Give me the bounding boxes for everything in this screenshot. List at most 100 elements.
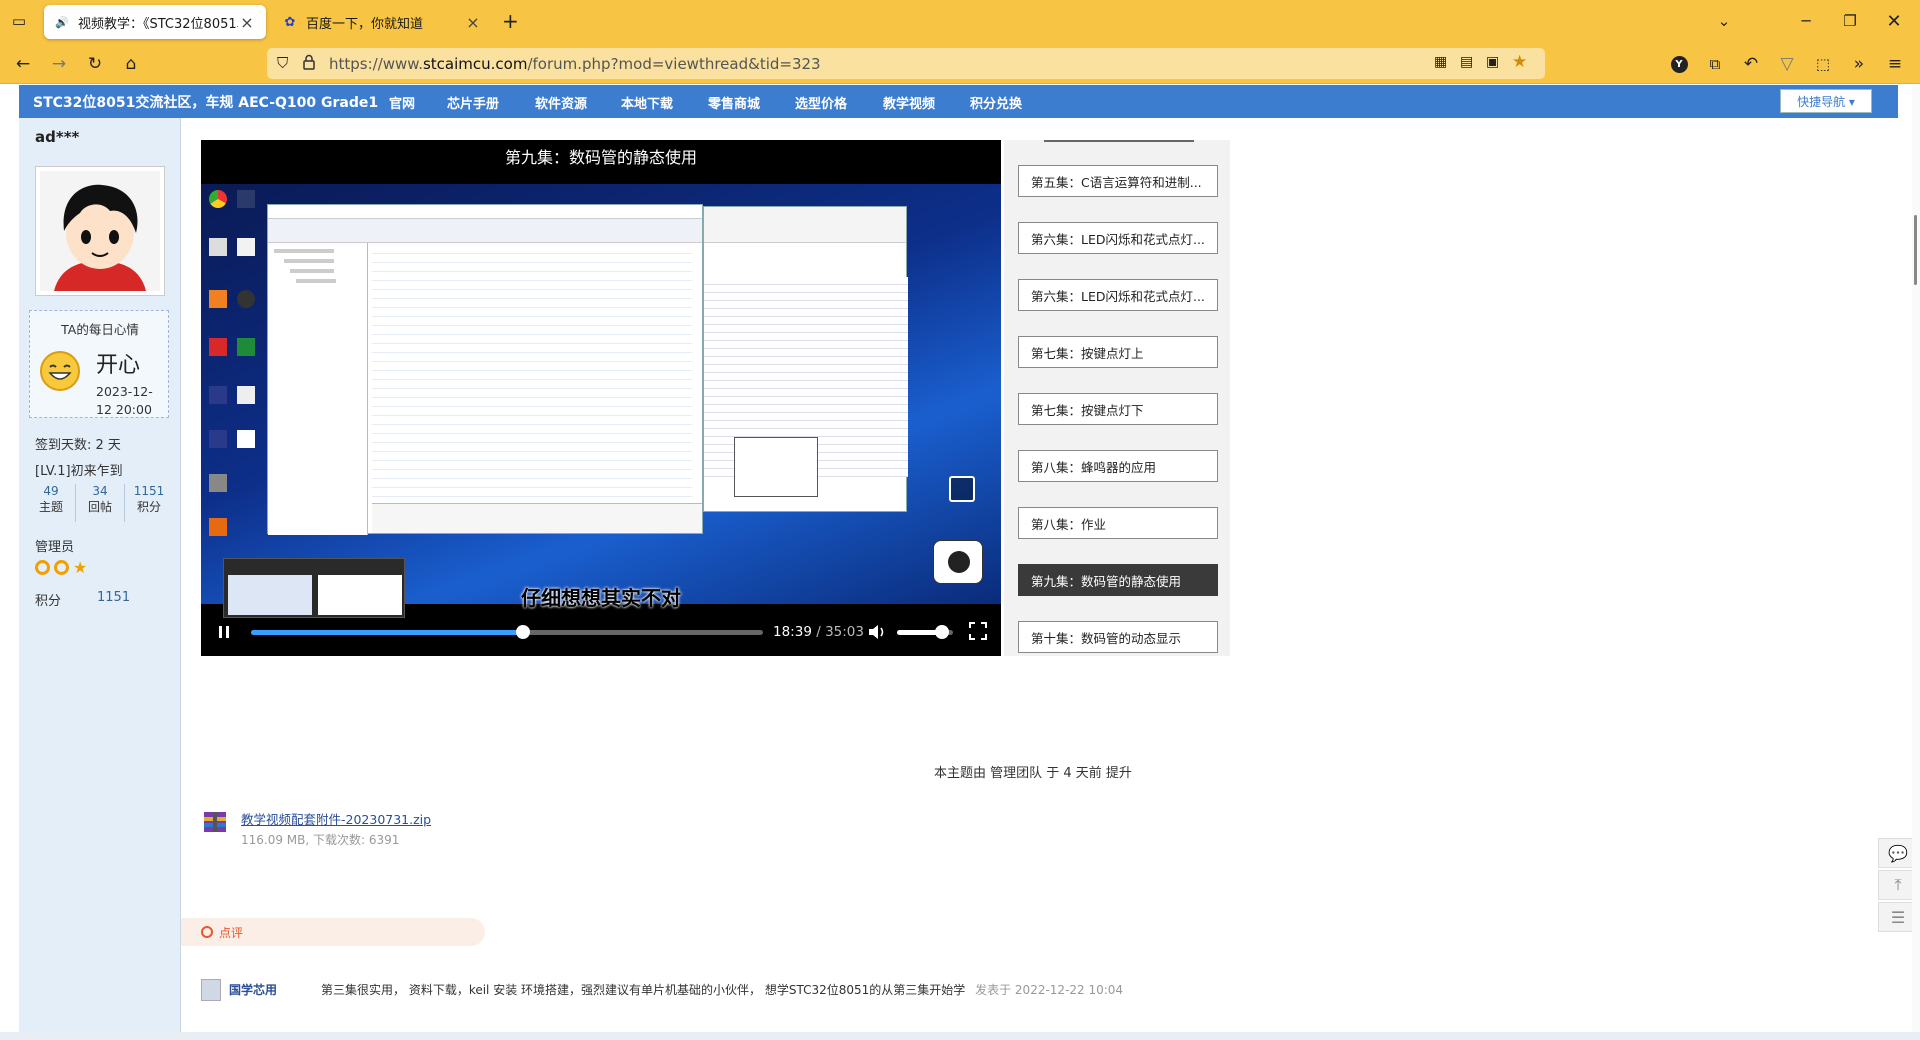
nav-link-pricing[interactable]: 选型价格	[795, 93, 847, 112]
shield-icon[interactable]: ⛉	[277, 54, 288, 72]
tab-overflow-chevron-icon[interactable]: ⌄	[1710, 8, 1738, 34]
playlist-item[interactable]: 第九集：数码管的静态使用	[1018, 564, 1218, 596]
username[interactable]: ad***	[35, 128, 79, 146]
yandex-extension-icon[interactable]: Y	[1666, 51, 1692, 77]
tab-title: 视频教学：《STC32位8051单片	[78, 16, 238, 32]
volume-handle[interactable]	[934, 625, 949, 639]
url-path: /forum.php?mod=viewthread&tid=323	[527, 55, 821, 73]
home-icon[interactable]: ⌂	[118, 51, 144, 77]
rank-stars: ★	[35, 560, 87, 576]
reload-icon[interactable]: ↻	[82, 51, 108, 77]
volume-icon[interactable]	[867, 623, 887, 641]
pause-icon[interactable]	[217, 624, 231, 640]
reader-view-icon[interactable]: ▤	[1460, 54, 1473, 70]
attachment-link[interactable]: 教学视频配套附件-20230731.zip	[241, 809, 431, 828]
current-time: 18:39	[773, 624, 812, 640]
nav-link-datasheet[interactable]: 芯片手册	[447, 93, 499, 112]
url-domain: stcaimcu.com	[422, 55, 528, 73]
video-subtitle: 仔细想想其实不对	[521, 586, 681, 610]
playlist-scroll-top-edge	[1044, 140, 1194, 142]
comment-username[interactable]: 国学芯用	[229, 981, 277, 998]
signin-days: 签到天数: 2 天	[35, 438, 121, 453]
baidu-paw-icon: ✿	[284, 14, 296, 30]
user-level[interactable]: [LV.1]初来乍到	[35, 460, 123, 479]
sun-rank-icon	[35, 560, 50, 575]
url-text[interactable]: https://www.stcaimcu.com/forum.php?mod=v…	[329, 55, 821, 73]
address-bar[interactable]: ⛉ https://www.stcaimcu.com/forum.php?mod…	[267, 48, 1545, 79]
new-tab-button[interactable]: +	[502, 9, 519, 33]
progress-handle[interactable]	[516, 625, 531, 639]
playlist-item[interactable]: 第八集：作业	[1018, 507, 1218, 539]
comment-avatar[interactable]	[201, 979, 221, 1001]
nav-link-store[interactable]: 零售商城	[708, 93, 760, 112]
crop-icon[interactable]: ⧉	[1702, 51, 1728, 77]
playlist-item[interactable]: 第六集：LED闪烁和花式点灯...	[1018, 279, 1218, 311]
nav-link-video[interactable]: 教学视频	[883, 93, 935, 112]
pip-button-icon[interactable]	[949, 476, 975, 502]
extensions-icon[interactable]: ⬚	[1810, 51, 1836, 77]
close-tab-icon[interactable]: ×	[238, 13, 256, 32]
stat-topics[interactable]: 49 主题	[27, 484, 76, 522]
video-player[interactable]: 第九集：数码管的静态使用 仔细想想其实不对 18:39 / 35:03	[201, 140, 1001, 656]
winrar-archive-icon	[201, 808, 229, 836]
stat-points[interactable]: 1151 积分	[125, 484, 173, 522]
menu-icon[interactable]: ≡	[1882, 51, 1908, 77]
stat-value: 34	[92, 484, 108, 498]
arrow-up-icon: ⤒	[1894, 875, 1902, 894]
filter-extension-icon[interactable]: ▽	[1774, 51, 1800, 77]
bookmark-star-icon[interactable]: ★	[1512, 52, 1527, 72]
mascot-sticker-icon	[933, 540, 983, 584]
list-icon: ☰	[1890, 907, 1906, 927]
embedded-ide-window	[267, 204, 703, 535]
stat-replies[interactable]: 34 回帖	[76, 484, 125, 522]
minimize-icon[interactable]: ─	[1792, 8, 1820, 34]
close-tab-icon[interactable]: ×	[464, 13, 482, 32]
comment-body: 第三集很实用， 资料下载，keil 安装 环境搭建，强烈建议有单片机基础的小伙伴…	[321, 983, 966, 997]
playlist-item[interactable]: 第十集：数码管的动态显示	[1018, 621, 1218, 653]
page-scrollbar[interactable]	[1912, 85, 1920, 1040]
site-title[interactable]: STC32位8051交流社区，车规 AEC-Q100 Grade1	[33, 92, 378, 112]
user-role[interactable]: 管理员	[35, 536, 74, 555]
attachment-meta: 116.09 MB, 下载次数: 6391	[241, 833, 400, 847]
nav-link-software[interactable]: 软件资源	[535, 93, 587, 112]
points-value: 1151	[97, 590, 131, 605]
sun-rank-icon	[54, 560, 69, 575]
embedded-spreadsheet-window	[703, 206, 908, 512]
tab-baidu[interactable]: ✿ 百度一下，你就知道 ×	[272, 5, 492, 39]
fullscreen-icon[interactable]	[969, 622, 987, 640]
stat-label: 主题	[38, 500, 63, 514]
points-label: 积分	[35, 594, 62, 609]
video-frame[interactable]: 仔细想想其实不对	[201, 184, 1001, 618]
stat-label: 积分	[136, 500, 161, 514]
comment-circle-icon	[201, 926, 213, 938]
screenshot-icon[interactable]: ▣	[1486, 54, 1499, 70]
nav-link-official[interactable]: 官网	[389, 93, 415, 112]
comment-text: 第三集很实用， 资料下载，keil 安装 环境搭建，强烈建议有单片机基础的小伙伴…	[321, 981, 1123, 998]
restore-icon[interactable]: ❐	[1836, 8, 1864, 34]
tab-list-icon[interactable]: ▭	[8, 10, 30, 32]
comment-time: 发表于 2022-12-22 10:04	[975, 983, 1124, 997]
browser-nav-bar: ← → ↻ ⌂ ⛉ https://www.stcaimcu.com/forum…	[0, 43, 1920, 84]
scrollbar-thumb[interactable]	[1914, 215, 1917, 285]
stat-value: 49	[43, 484, 59, 498]
playlist-item[interactable]: 第五集：C语言运算符和进制...	[1018, 165, 1218, 197]
avatar[interactable]	[35, 166, 165, 296]
playlist-item[interactable]: 第六集：LED闪烁和花式点灯...	[1018, 222, 1218, 254]
quick-nav-button[interactable]: 快捷导航 ▾	[1780, 89, 1872, 113]
playlist-item[interactable]: 第八集：蜂鸣器的应用	[1018, 450, 1218, 482]
progress-bar[interactable]	[251, 625, 763, 639]
playlist-item[interactable]: 第七集：按键点灯下	[1018, 393, 1218, 425]
back-arrow-icon[interactable]: ←	[10, 51, 36, 77]
more-tools-icon[interactable]: »	[1846, 51, 1872, 77]
lock-icon[interactable]	[303, 54, 315, 70]
forward-arrow-icon[interactable]: →	[46, 51, 72, 77]
nav-link-points[interactable]: 积分兑换	[970, 93, 1022, 112]
undo-icon[interactable]: ↶	[1738, 51, 1764, 77]
qr-code-icon[interactable]: ▦	[1434, 54, 1447, 70]
tab-video-teaching[interactable]: 🔊 视频教学：《STC32位8051单片 ×	[44, 5, 266, 39]
volume-slider[interactable]	[897, 625, 953, 639]
playlist-item[interactable]: 第七集：按键点灯上	[1018, 336, 1218, 368]
nav-link-download[interactable]: 本地下载	[621, 93, 673, 112]
close-window-icon[interactable]: ✕	[1880, 8, 1908, 34]
chat-icon: 💬	[1888, 843, 1908, 863]
